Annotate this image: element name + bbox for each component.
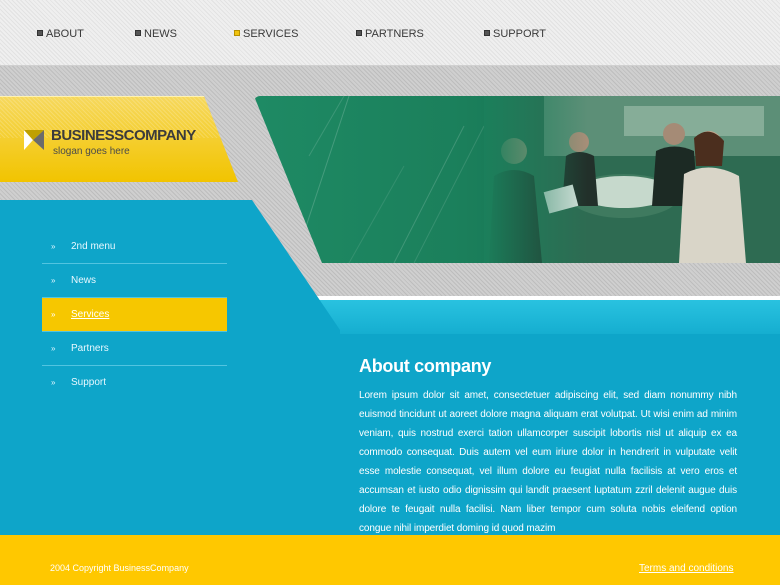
sidebar-item-services[interactable]: » Services bbox=[42, 298, 227, 332]
footer bbox=[0, 535, 780, 585]
sidebar-item-label: Services bbox=[71, 309, 110, 320]
sidebar-item-label: News bbox=[71, 275, 97, 286]
copyright-text: 2004 Copyright BusinessCompany bbox=[50, 563, 189, 573]
nav-news-link[interactable]: NEWS bbox=[135, 28, 177, 40]
nav-partners-label: PARTNERS bbox=[365, 28, 424, 40]
business-meeting-image bbox=[484, 96, 780, 263]
sidebar-menu: » 2nd menu » News » Services » Partners » Sup… bbox=[42, 230, 227, 400]
sidebar-item-news[interactable]: » News bbox=[42, 264, 227, 298]
terms-link[interactable]: Terms and conditions bbox=[639, 563, 734, 574]
top-navigation: ABOUT NEWS SERVICES PARTNERS SUPPORT bbox=[0, 0, 780, 66]
sidebar-item-partners[interactable]: » Partners bbox=[42, 332, 227, 366]
hero-banner bbox=[254, 96, 780, 263]
company-name: BUSINESSCOMPANY bbox=[51, 127, 196, 144]
nav-about-link[interactable]: ABOUT bbox=[37, 28, 84, 40]
sidebar-item-2nd-menu[interactable]: » 2nd menu bbox=[42, 230, 227, 264]
company-slogan: slogan goes here bbox=[53, 146, 130, 157]
square-bullet-icon bbox=[135, 30, 141, 36]
nav-about-label: ABOUT bbox=[46, 28, 84, 40]
nav-support-link[interactable]: SUPPORT bbox=[484, 28, 546, 40]
nav-services-link[interactable]: SERVICES bbox=[234, 28, 298, 40]
double-chevron-right-icon: » bbox=[51, 344, 56, 353]
nav-support-label: SUPPORT bbox=[493, 28, 546, 40]
double-chevron-right-icon: » bbox=[51, 378, 56, 387]
square-bullet-icon bbox=[356, 30, 362, 36]
content-header-strip bbox=[290, 300, 780, 334]
nav-services-label: SERVICES bbox=[243, 28, 299, 40]
square-bullet-icon bbox=[234, 30, 240, 36]
nav-partners-link[interactable]: PARTNERS bbox=[356, 28, 424, 40]
sidebar-item-label: Partners bbox=[71, 343, 109, 354]
square-bullet-icon bbox=[37, 30, 43, 36]
double-chevron-right-icon: » bbox=[51, 310, 56, 319]
sidebar-item-support[interactable]: » Support bbox=[42, 366, 227, 400]
content-paragraph: Lorem ipsum dolor sit amet, consectetuer… bbox=[359, 390, 737, 534]
nav-news-label: NEWS bbox=[144, 28, 177, 40]
sidebar-item-label: 2nd menu bbox=[71, 241, 116, 252]
logo-icon bbox=[24, 130, 44, 150]
double-chevron-right-icon: » bbox=[51, 276, 56, 285]
page-title: About company bbox=[359, 356, 492, 376]
square-bullet-icon bbox=[484, 30, 490, 36]
double-chevron-right-icon: » bbox=[51, 242, 56, 251]
sidebar-item-label: Support bbox=[71, 377, 107, 388]
